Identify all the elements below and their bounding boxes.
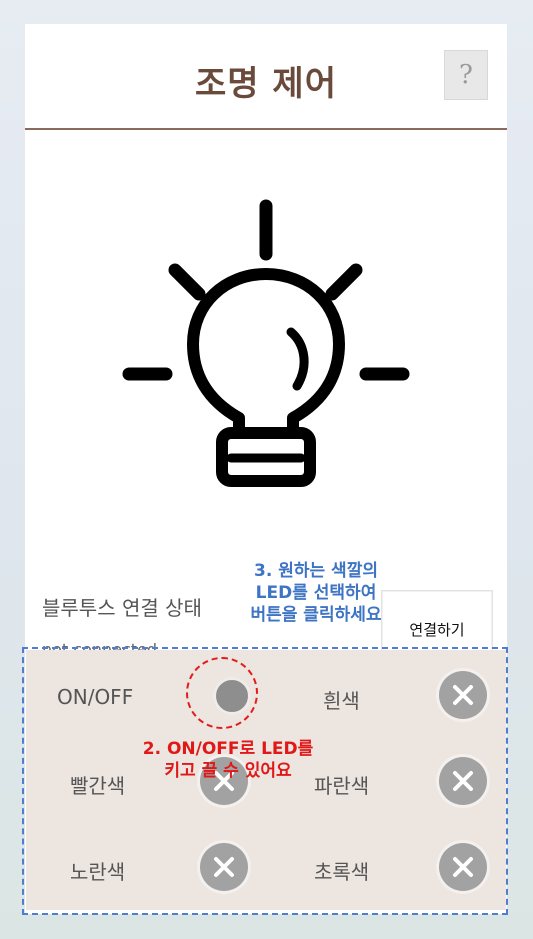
annotation-line: 버튼을 클릭하세요 bbox=[250, 605, 382, 625]
annotation-onoff: 2. ON/OFF로 LED를 키고 끌 수 있어요 bbox=[108, 738, 348, 782]
header: 조명 제어 ? bbox=[25, 24, 507, 128]
page-title: 조명 제어 bbox=[195, 64, 337, 104]
onoff-highlight-ring bbox=[186, 657, 258, 729]
annotation-line: 키고 끌 수 있어요 bbox=[164, 761, 292, 781]
annotation-select-color: 3. 원하는 색깔의 LED를 선택하여 버튼을 클릭하세요 bbox=[226, 560, 406, 626]
light-bulb-image bbox=[25, 130, 507, 550]
help-button[interactable]: ? bbox=[444, 50, 488, 100]
annotation-line: 2. ON/OFF로 LED를 bbox=[142, 739, 314, 759]
annotation-line: LED를 선택하여 bbox=[255, 583, 377, 603]
bluetooth-status-label: 블루투스 연결 상태 bbox=[42, 596, 202, 620]
annotation-line: 3. 원하는 색깔의 bbox=[254, 561, 378, 581]
light-bulb-icon bbox=[122, 199, 410, 487]
